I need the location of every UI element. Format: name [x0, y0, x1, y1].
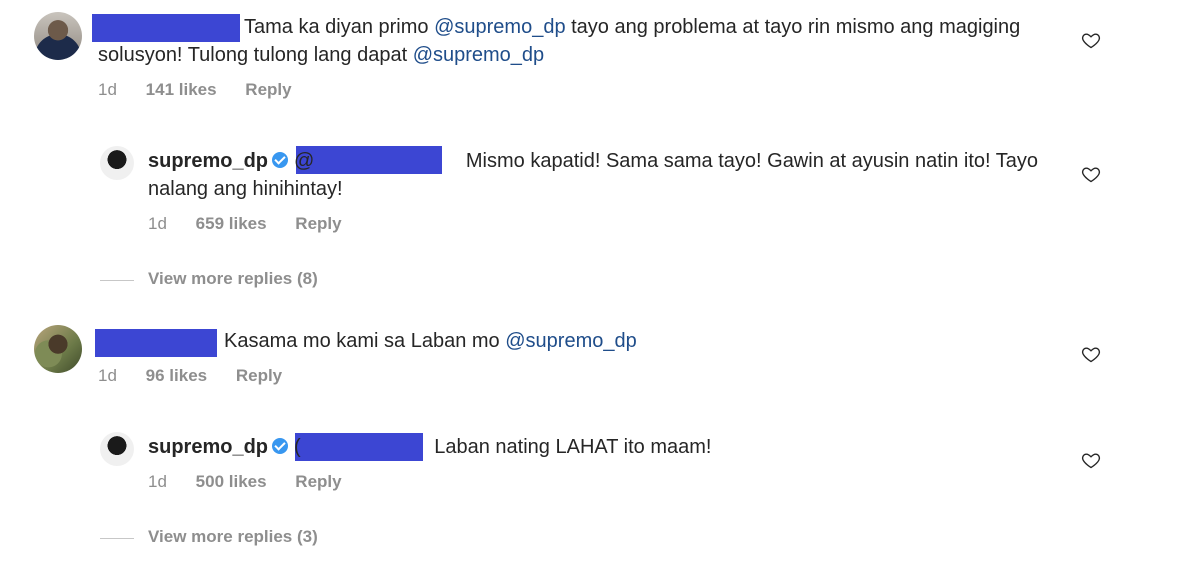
reply-meta: 1d 659 likes Reply	[148, 214, 342, 234]
comment-body: Tama ka diyan primo	[244, 16, 435, 38]
reply-meta: 1d 500 likes Reply	[148, 472, 342, 492]
mention-link[interactable]: @supremo_dp	[413, 44, 544, 66]
reply-avatar[interactable]	[100, 432, 134, 466]
mention-prefix: (	[294, 436, 301, 458]
view-more-divider	[100, 538, 134, 539]
reply-body: Laban nating LAHAT ito maam!	[428, 436, 712, 458]
verified-badge-icon	[272, 152, 289, 168]
view-more-divider	[100, 280, 134, 281]
mention-link[interactable]: @supremo_dp	[434, 16, 565, 38]
commenter-avatar[interactable]	[34, 12, 82, 60]
verified-badge-icon	[272, 438, 289, 454]
likes-count[interactable]: 141 likes	[146, 80, 217, 99]
reply-button[interactable]: Reply	[295, 472, 341, 491]
heart-outline-icon[interactable]	[1081, 344, 1101, 364]
heart-outline-icon[interactable]	[1081, 164, 1101, 184]
likes-count[interactable]: 96 likes	[146, 366, 207, 385]
reply-avatar[interactable]	[100, 146, 134, 180]
timestamp[interactable]: 1d	[148, 472, 167, 491]
timestamp[interactable]: 1d	[98, 366, 117, 385]
comment-text: Kasama mo kami sa Laban mo @supremo_dp	[224, 327, 1044, 355]
reply-button[interactable]: Reply	[245, 80, 291, 99]
commenter-avatar[interactable]	[34, 325, 82, 373]
timestamp[interactable]: 1d	[98, 80, 117, 99]
reply-username[interactable]: supremo_dp	[148, 150, 268, 172]
comment-body: Kasama mo kami sa Laban mo	[224, 330, 506, 352]
view-more-replies-button[interactable]: View more replies (8)	[148, 269, 318, 289]
reply-username[interactable]: supremo_dp	[148, 436, 268, 458]
timestamp[interactable]: 1d	[148, 214, 167, 233]
heart-outline-icon[interactable]	[1081, 30, 1101, 50]
likes-count[interactable]: 659 likes	[196, 214, 267, 233]
view-more-replies-button[interactable]: View more replies (3)	[148, 527, 318, 547]
comment-text: Tama ka diyan primo @supremo_dp tayo ang…	[98, 13, 1058, 69]
heart-outline-icon[interactable]	[1081, 450, 1101, 470]
mention-prefix: @	[294, 150, 315, 172]
likes-count[interactable]: 500 likes	[196, 472, 267, 491]
comment-meta: 1d 141 likes Reply	[98, 80, 292, 100]
reply-text: supremo_dp ( Laban nating LAHAT ito maam!	[148, 433, 1048, 461]
redacted-username	[95, 329, 217, 357]
mention-link[interactable]: @supremo_dp	[505, 330, 636, 352]
comment-meta: 1d 96 likes Reply	[98, 366, 282, 386]
reply-text: supremo_dp @ Mismo kapatid! Sama sama tay…	[148, 147, 1048, 203]
reply-button[interactable]: Reply	[236, 366, 282, 385]
reply-button[interactable]: Reply	[295, 214, 341, 233]
